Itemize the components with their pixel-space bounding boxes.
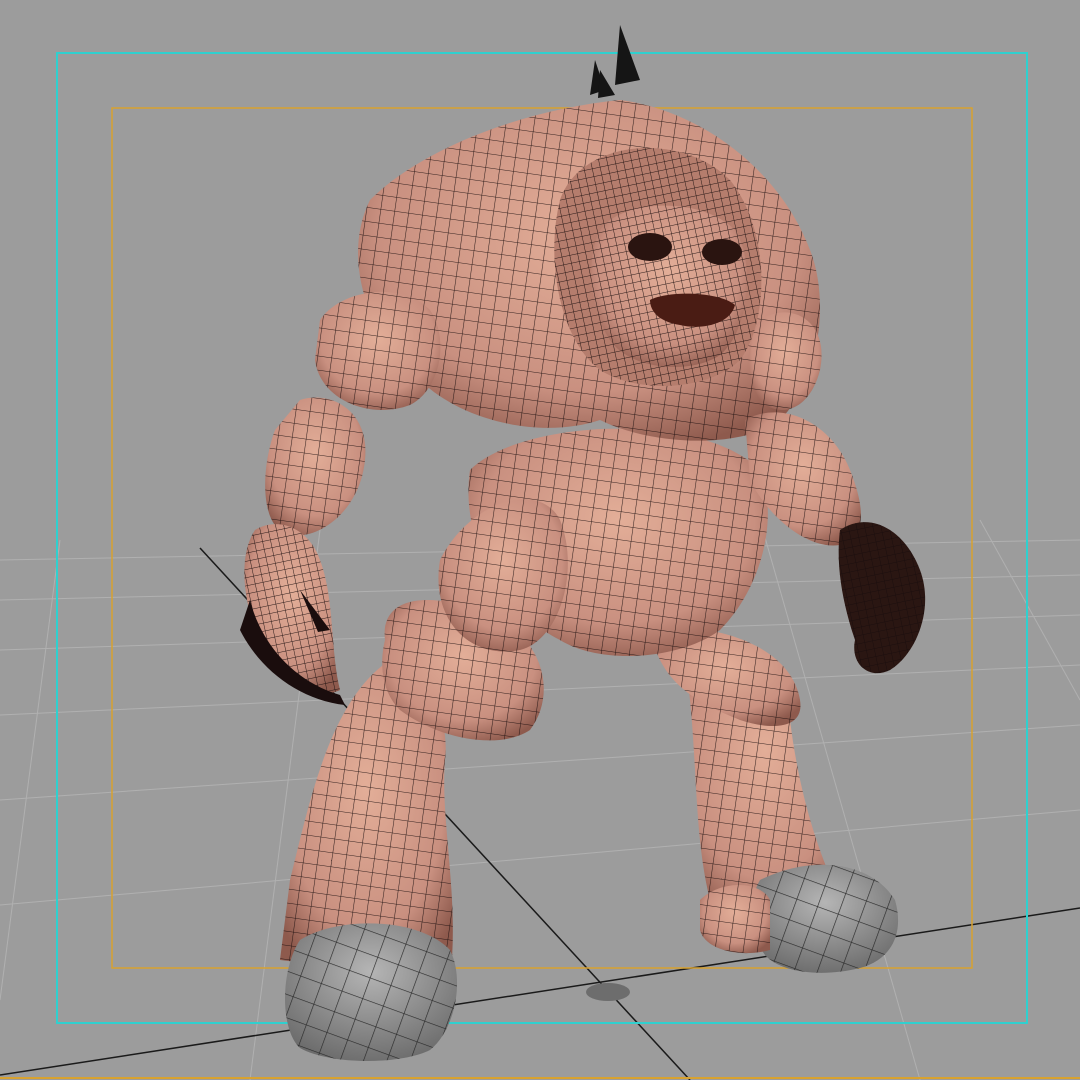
3d-viewport[interactable]: [0, 0, 1080, 1080]
viewport-canvas[interactable]: [0, 0, 1080, 1080]
right-eye: [702, 239, 742, 265]
back-spines: [590, 25, 640, 98]
creature-model[interactable]: [240, 25, 926, 1062]
left-arm: [240, 397, 366, 705]
right-arm: [745, 412, 926, 674]
head: [554, 147, 762, 387]
origin-marker: [586, 983, 630, 1001]
left-eye: [628, 233, 672, 261]
torso: [438, 428, 768, 657]
